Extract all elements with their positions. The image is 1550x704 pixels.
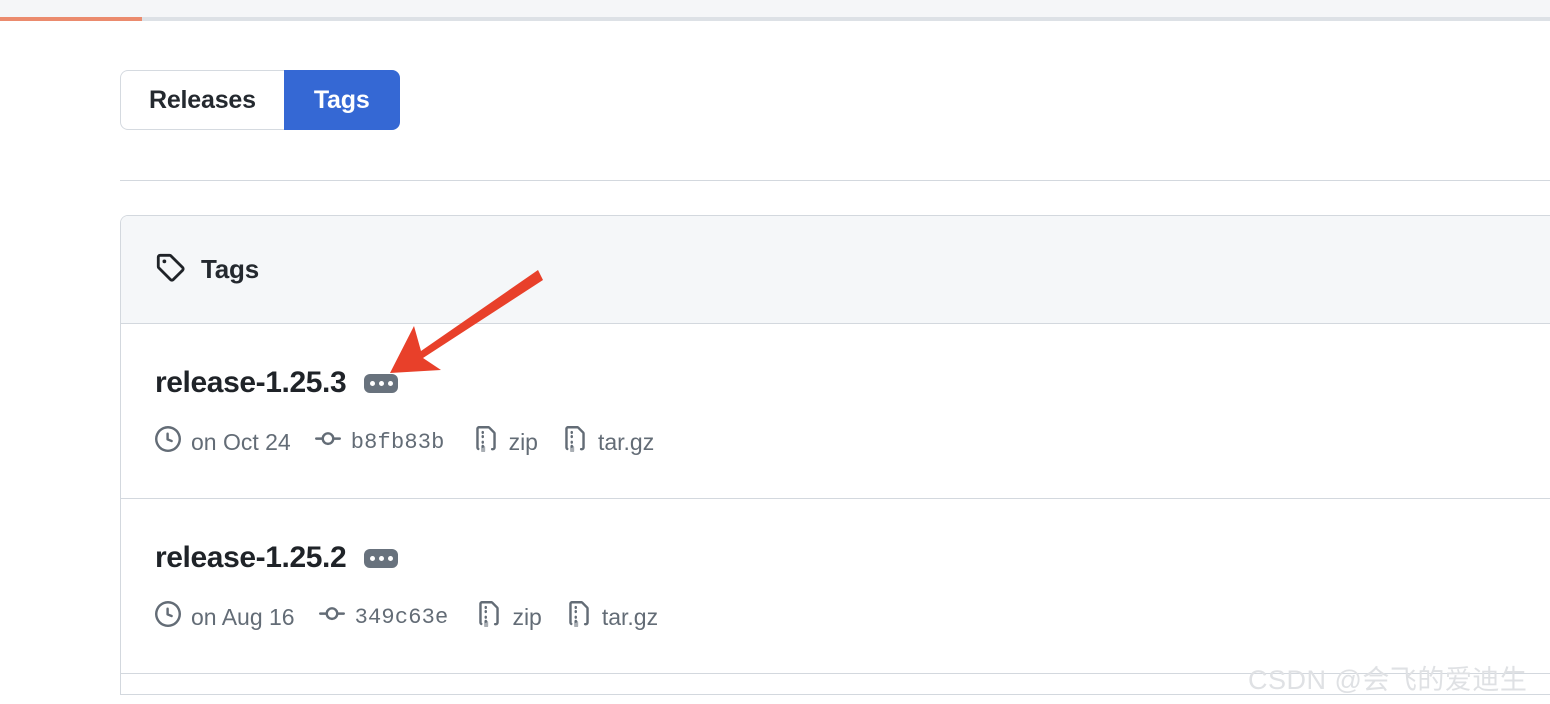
tag-meta-line: on Oct 24 b8fb83b zip tar.gz [155,426,1550,458]
file-zip-icon [566,601,592,633]
file-zip-icon [476,601,502,633]
section-divider [120,180,1550,181]
tag-date: on Oct 24 [155,426,291,458]
tag-link[interactable]: release-1.25.3 [155,366,347,400]
tag-commit-sha: 349c63e [354,604,449,630]
page-root: Releases Tags Tags release-1.25.3 on Oct… [0,0,1550,704]
tag-icon [155,252,185,287]
tag-commit[interactable]: b8fb83b [314,426,445,458]
tags-card: Tags release-1.25.3 on Oct 24 b8fb83b zi… [120,215,1550,695]
git-commit-icon [314,426,341,458]
file-zip-icon [562,426,588,458]
dot [387,555,393,561]
download-zip-label: zip [512,603,542,630]
tab-releases-label: Releases [149,85,256,114]
browser-top-strip [0,0,1550,17]
tag-date: on Aug 16 [155,601,295,633]
kebab-dots-icon[interactable] [364,548,399,568]
download-targz[interactable]: tar.gz [566,601,658,633]
tab-tags-label: Tags [313,85,370,114]
watermark: CSDN @会飞的爱迪生 [1248,665,1528,695]
tag-meta-line: on Aug 16 349c63e zip tar.gz [155,601,1550,633]
download-targz-label: tar.gz [597,428,655,455]
tag-commit[interactable]: 349c63e [318,601,449,633]
download-targz[interactable]: tar.gz [562,426,654,458]
download-targz-label: tar.gz [601,603,659,630]
tag-date-label: on Aug 16 [191,603,295,630]
clock-icon [155,601,181,633]
tab-tags[interactable]: Tags [283,70,400,130]
clock-icon [155,426,181,458]
tag-name-line: release-1.25.2 [155,541,1550,575]
dot [369,555,375,561]
download-zip[interactable]: zip [476,601,542,633]
tab-releases[interactable]: Releases [120,70,284,130]
download-zip-label: zip [508,428,538,455]
dot [378,555,384,561]
git-commit-icon [318,601,345,633]
dot [369,380,375,386]
table-row: release-1.25.2 on Aug 16 349c63e zip tar… [121,499,1550,674]
tags-card-title: Tags [201,254,259,284]
tag-name-line: release-1.25.3 [155,366,1550,400]
file-zip-icon [473,426,499,458]
tag-date-label: on Oct 24 [191,428,291,455]
page-load-progress-fill [0,17,142,21]
dot [387,380,393,386]
page-load-progress-track [0,17,1550,21]
kebab-dots-icon[interactable] [364,373,399,393]
download-zip[interactable]: zip [473,426,538,458]
table-row: release-1.25.3 on Oct 24 b8fb83b zip tar… [121,324,1550,499]
dot [378,380,384,386]
releases-tags-tab-group: Releases Tags [120,70,400,130]
tag-link[interactable]: release-1.25.2 [155,541,347,575]
tag-commit-sha: b8fb83b [350,429,445,455]
tags-card-header: Tags [121,216,1550,324]
